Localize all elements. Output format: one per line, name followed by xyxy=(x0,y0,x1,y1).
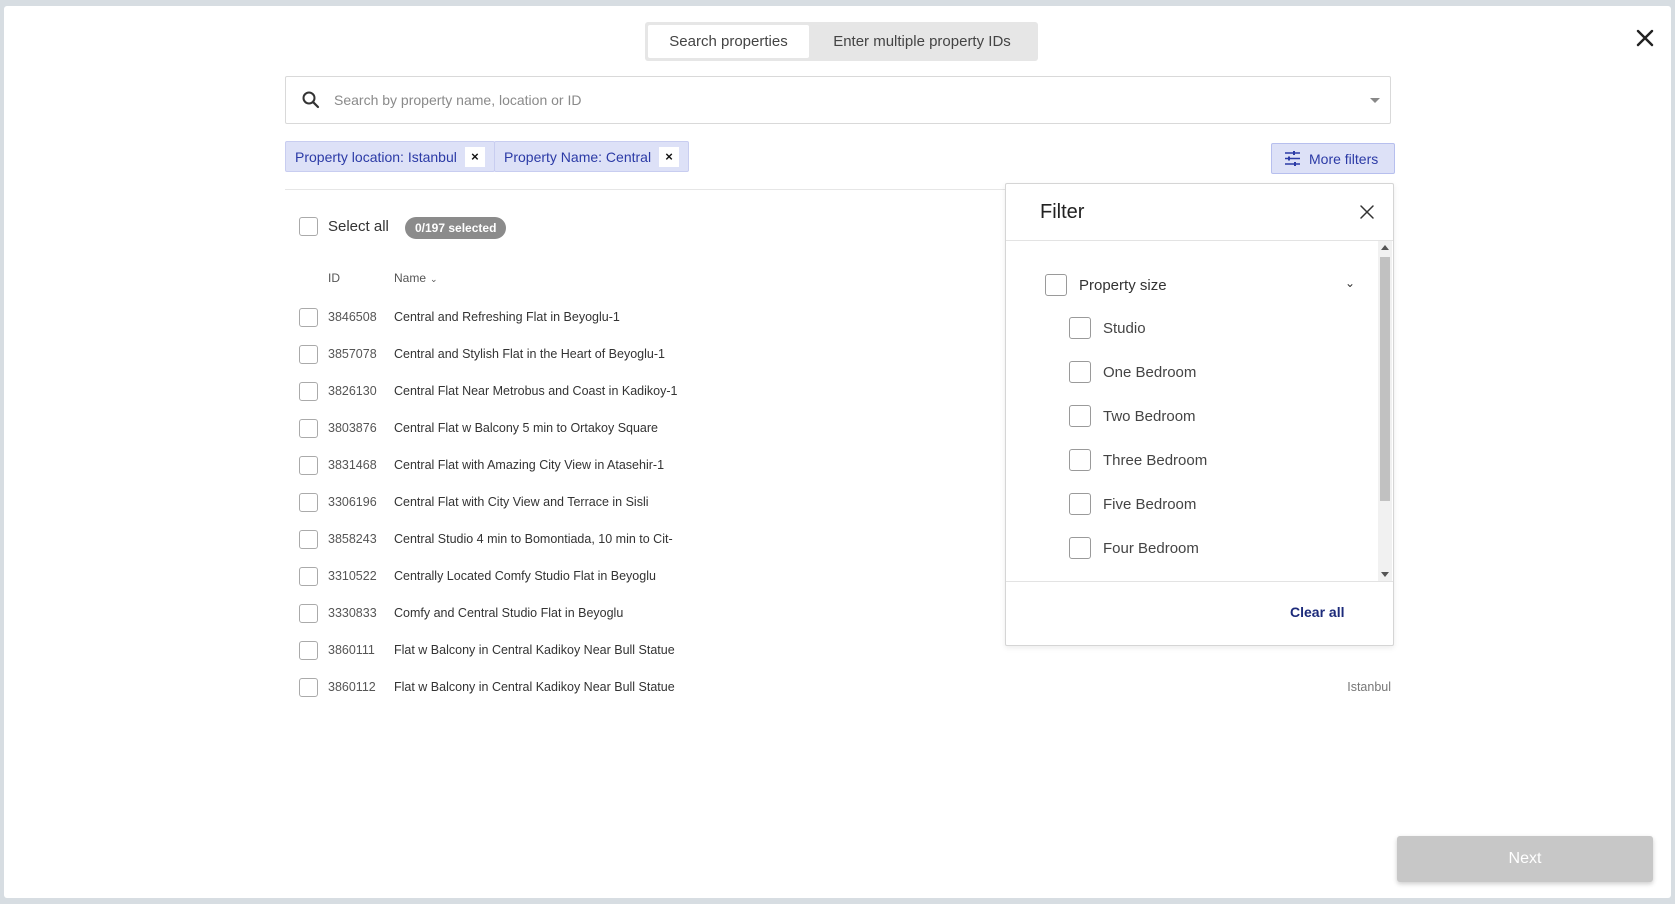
filter-panel: Filter Property size ⌄ Studio One Bedroo… xyxy=(1005,183,1394,646)
table-row[interactable]: 3860112 Flat w Balcony in Central Kadiko… xyxy=(299,675,1391,699)
row-id: 3846508 xyxy=(328,310,377,324)
filter-option[interactable]: Four Bedroom xyxy=(1069,537,1199,559)
row-checkbox[interactable] xyxy=(299,492,318,512)
filter-option[interactable]: Two Bedroom xyxy=(1069,405,1196,427)
tab-search-properties[interactable]: Search properties xyxy=(648,25,809,58)
search-input[interactable] xyxy=(334,85,1334,115)
option-checkbox[interactable] xyxy=(1069,537,1091,559)
row-name: Flat w Balcony in Central Kadikoy Near B… xyxy=(394,643,675,657)
row-id: 3860112 xyxy=(328,680,376,694)
filter-options-list: Property size ⌄ Studio One Bedroom Two B… xyxy=(1006,241,1393,581)
search-box xyxy=(285,76,1391,124)
chip-label: Property location: Istanbul xyxy=(295,148,457,165)
filter-group-property-size[interactable]: Property size ⌄ xyxy=(1045,274,1355,296)
sort-chevron-icon: ⌄ xyxy=(430,274,438,284)
filter-chip-location: Property location: Istanbul × xyxy=(285,141,495,172)
row-id: 3857078 xyxy=(328,347,377,361)
option-checkbox[interactable] xyxy=(1069,449,1091,471)
row-id: 3330833 xyxy=(328,606,377,620)
chevron-down-icon[interactable]: ⌄ xyxy=(1345,276,1355,290)
more-filters-button[interactable]: More filters xyxy=(1271,143,1395,174)
select-all-label: Select all xyxy=(328,218,389,235)
option-label: Two Bedroom xyxy=(1103,407,1196,425)
row-id: 3858243 xyxy=(328,532,377,546)
row-id: 3831468 xyxy=(328,458,377,472)
option-label: Studio xyxy=(1103,319,1146,337)
option-label: Four Bedroom xyxy=(1103,539,1199,557)
close-modal-icon[interactable] xyxy=(1631,24,1659,52)
row-checkbox[interactable] xyxy=(299,529,318,549)
row-checkbox[interactable] xyxy=(299,381,318,401)
row-checkbox[interactable] xyxy=(299,344,318,364)
row-id: 3310522 xyxy=(328,569,377,583)
row-checkbox[interactable] xyxy=(299,566,318,586)
next-button[interactable]: Next xyxy=(1397,836,1653,882)
row-name: Central Flat w Balcony 5 min to Ortakoy … xyxy=(394,421,659,435)
row-id: 3306196 xyxy=(328,495,377,509)
sliders-icon xyxy=(1285,151,1300,166)
row-id: 3826130 xyxy=(328,384,377,398)
scroll-thumb[interactable] xyxy=(1380,257,1390,501)
search-icon xyxy=(302,91,320,109)
divider xyxy=(1006,581,1393,582)
group-checkbox[interactable] xyxy=(1045,274,1067,296)
search-mode-toggle: Search properties Enter multiple propert… xyxy=(645,22,1038,61)
row-checkbox[interactable] xyxy=(299,603,318,623)
tab-enter-multiple-ids[interactable]: Enter multiple property IDs xyxy=(809,25,1035,58)
chip-remove-icon[interactable]: × xyxy=(464,146,485,167)
filter-option[interactable]: One Bedroom xyxy=(1069,361,1196,383)
chip-remove-icon[interactable]: × xyxy=(659,146,680,167)
column-header-name-label: Name xyxy=(394,271,427,285)
row-checkbox[interactable] xyxy=(299,677,318,697)
row-name: Central Flat with Amazing City View in A… xyxy=(394,458,665,472)
option-checkbox[interactable] xyxy=(1069,317,1091,339)
close-icon[interactable] xyxy=(1359,204,1375,220)
scrollbar[interactable] xyxy=(1378,241,1392,581)
row-id: 3860111 xyxy=(328,643,375,657)
row-name: Central Flat with City View and Terrace … xyxy=(394,495,649,509)
row-name: Flat w Balcony in Central Kadikoy Near B… xyxy=(394,680,675,694)
option-label: Five Bedroom xyxy=(1103,495,1197,513)
row-name: Central and Stylish Flat in the Heart of… xyxy=(394,347,665,361)
select-all[interactable]: Select all xyxy=(299,217,389,236)
row-checkbox[interactable] xyxy=(299,455,318,475)
option-checkbox[interactable] xyxy=(1069,361,1091,383)
option-checkbox[interactable] xyxy=(1069,405,1091,427)
row-name: Central and Refreshing Flat in Beyoglu-1 xyxy=(394,310,620,324)
row-name: Comfy and Central Studio Flat in Beyoglu xyxy=(394,606,624,620)
clear-all-button[interactable]: Clear all xyxy=(1290,604,1344,620)
filter-option[interactable]: Studio xyxy=(1069,317,1146,339)
row-name: Central Flat Near Metrobus and Coast in … xyxy=(394,384,678,398)
row-id: 3803876 xyxy=(328,421,377,435)
scroll-down-icon[interactable] xyxy=(1381,572,1389,577)
filter-option[interactable]: Three Bedroom xyxy=(1069,449,1207,471)
dropdown-caret-icon[interactable] xyxy=(1370,98,1380,103)
option-label: Three Bedroom xyxy=(1103,451,1208,469)
filter-option[interactable]: Five Bedroom xyxy=(1069,493,1196,515)
row-checkbox[interactable] xyxy=(299,640,318,660)
select-all-checkbox[interactable] xyxy=(299,217,318,236)
selected-count-badge: 0/197 selected xyxy=(405,217,507,239)
chip-label: Property Name: Central xyxy=(504,148,652,165)
option-checkbox[interactable] xyxy=(1069,493,1091,515)
group-label: Property size xyxy=(1079,276,1167,294)
filter-title: Filter xyxy=(1040,201,1085,223)
scroll-up-icon[interactable] xyxy=(1381,245,1389,250)
filter-chip-name: Property Name: Central × xyxy=(494,141,690,172)
more-filters-label: More filters xyxy=(1309,150,1379,167)
row-checkbox[interactable] xyxy=(299,307,318,327)
column-header-name[interactable]: Name ⌄ xyxy=(394,271,438,285)
option-label: One Bedroom xyxy=(1103,363,1197,381)
row-location: Istanbul xyxy=(1347,680,1391,694)
property-picker-modal: Search properties Enter multiple propert… xyxy=(4,6,1671,898)
row-name: Central Studio 4 min to Bomontiada, 10 m… xyxy=(394,532,673,546)
row-name: Centrally Located Comfy Studio Flat in B… xyxy=(394,569,656,583)
column-header-id: ID xyxy=(328,271,340,285)
row-checkbox[interactable] xyxy=(299,418,318,438)
